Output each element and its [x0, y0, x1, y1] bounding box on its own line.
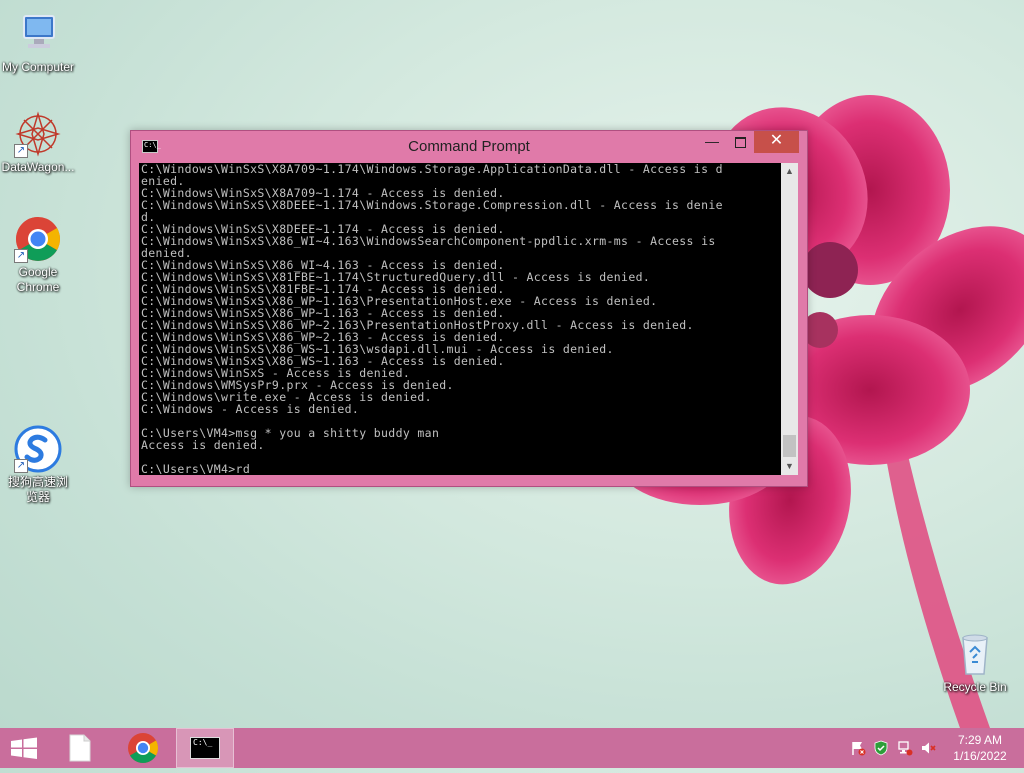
shortcut-arrow-icon: ↗: [14, 459, 28, 473]
clock-date: 1/16/2022: [953, 749, 1007, 763]
shortcut-arrow-icon: ↗: [14, 249, 28, 263]
sogou-browser-label: 搜狗高速浏 览器: [7, 475, 68, 504]
maximize-button[interactable]: [726, 131, 754, 153]
network-icon[interactable]: [897, 740, 913, 756]
start-button[interactable]: [0, 728, 48, 768]
volume-muted-icon[interactable]: [920, 740, 936, 756]
scroll-down-arrow-icon[interactable]: ▼: [781, 458, 798, 475]
desktop-icon-my-computer[interactable]: My Computer: [0, 10, 76, 75]
console-text: C:\Windows\WinSxS\X8A709~1.174\Windows.S…: [141, 163, 723, 475]
my-computer-label: My Computer: [1, 60, 75, 74]
minimize-button[interactable]: —: [698, 131, 726, 153]
maximize-icon: [734, 137, 746, 148]
desktop-icon-recycle-bin[interactable]: Recycle Bin: [937, 630, 1013, 695]
console-output[interactable]: C:\Windows\WinSxS\X8A709~1.174\Windows.S…: [139, 163, 781, 475]
recycle-bin-label: Recycle Bin: [943, 680, 1007, 694]
shortcut-arrow-icon: ↗: [14, 144, 28, 158]
my-computer-icon: [14, 10, 62, 58]
taskbar-chrome[interactable]: [118, 728, 168, 768]
command-prompt-window[interactable]: C:\_ Command Prompt — ✕ C:\Windows\WinSx…: [130, 130, 808, 487]
scroll-up-arrow-icon[interactable]: ▲: [781, 163, 798, 180]
security-shield-icon[interactable]: [873, 740, 889, 756]
window-titlebar[interactable]: C:\_ Command Prompt — ✕: [131, 131, 807, 163]
datawagon-label: DataWagon...: [1, 160, 75, 174]
cmd-icon: C:\_: [190, 737, 220, 759]
taskbar-file-explorer[interactable]: [56, 728, 104, 768]
chrome-icon: ↗: [14, 215, 62, 263]
action-center-flag-icon[interactable]: [850, 740, 866, 756]
scrollbar-thumb[interactable]: [783, 435, 796, 457]
desktop-icon-sogou-browser[interactable]: ↗ 搜狗高速浏 览器: [0, 425, 76, 505]
google-chrome-label: Google Chrome: [16, 265, 60, 294]
desktop-icon-google-chrome[interactable]: ↗ Google Chrome: [0, 215, 76, 295]
cmd-icon-text: C:\_: [193, 738, 213, 747]
vertical-scrollbar[interactable]: ▲ ▼: [781, 163, 798, 475]
clock-time: 7:29 AM: [957, 733, 1003, 747]
windows-logo-icon: [11, 737, 37, 759]
desktop-icon-datawagon[interactable]: ↗ DataWagon...: [0, 110, 76, 175]
taskbar-command-prompt[interactable]: C:\_: [176, 728, 234, 768]
file-explorer-icon: [69, 734, 91, 762]
taskbar: C:\_ 7:29 AM 1/16/2022: [0, 728, 1024, 768]
system-clock[interactable]: 7:29 AM 1/16/2022: [944, 732, 1016, 764]
datawagon-icon: ↗: [14, 110, 62, 158]
close-button[interactable]: ✕: [754, 131, 799, 153]
chrome-icon: [128, 733, 159, 764]
recycle-bin-icon: [951, 630, 999, 678]
sogou-browser-icon: ↗: [14, 425, 62, 473]
